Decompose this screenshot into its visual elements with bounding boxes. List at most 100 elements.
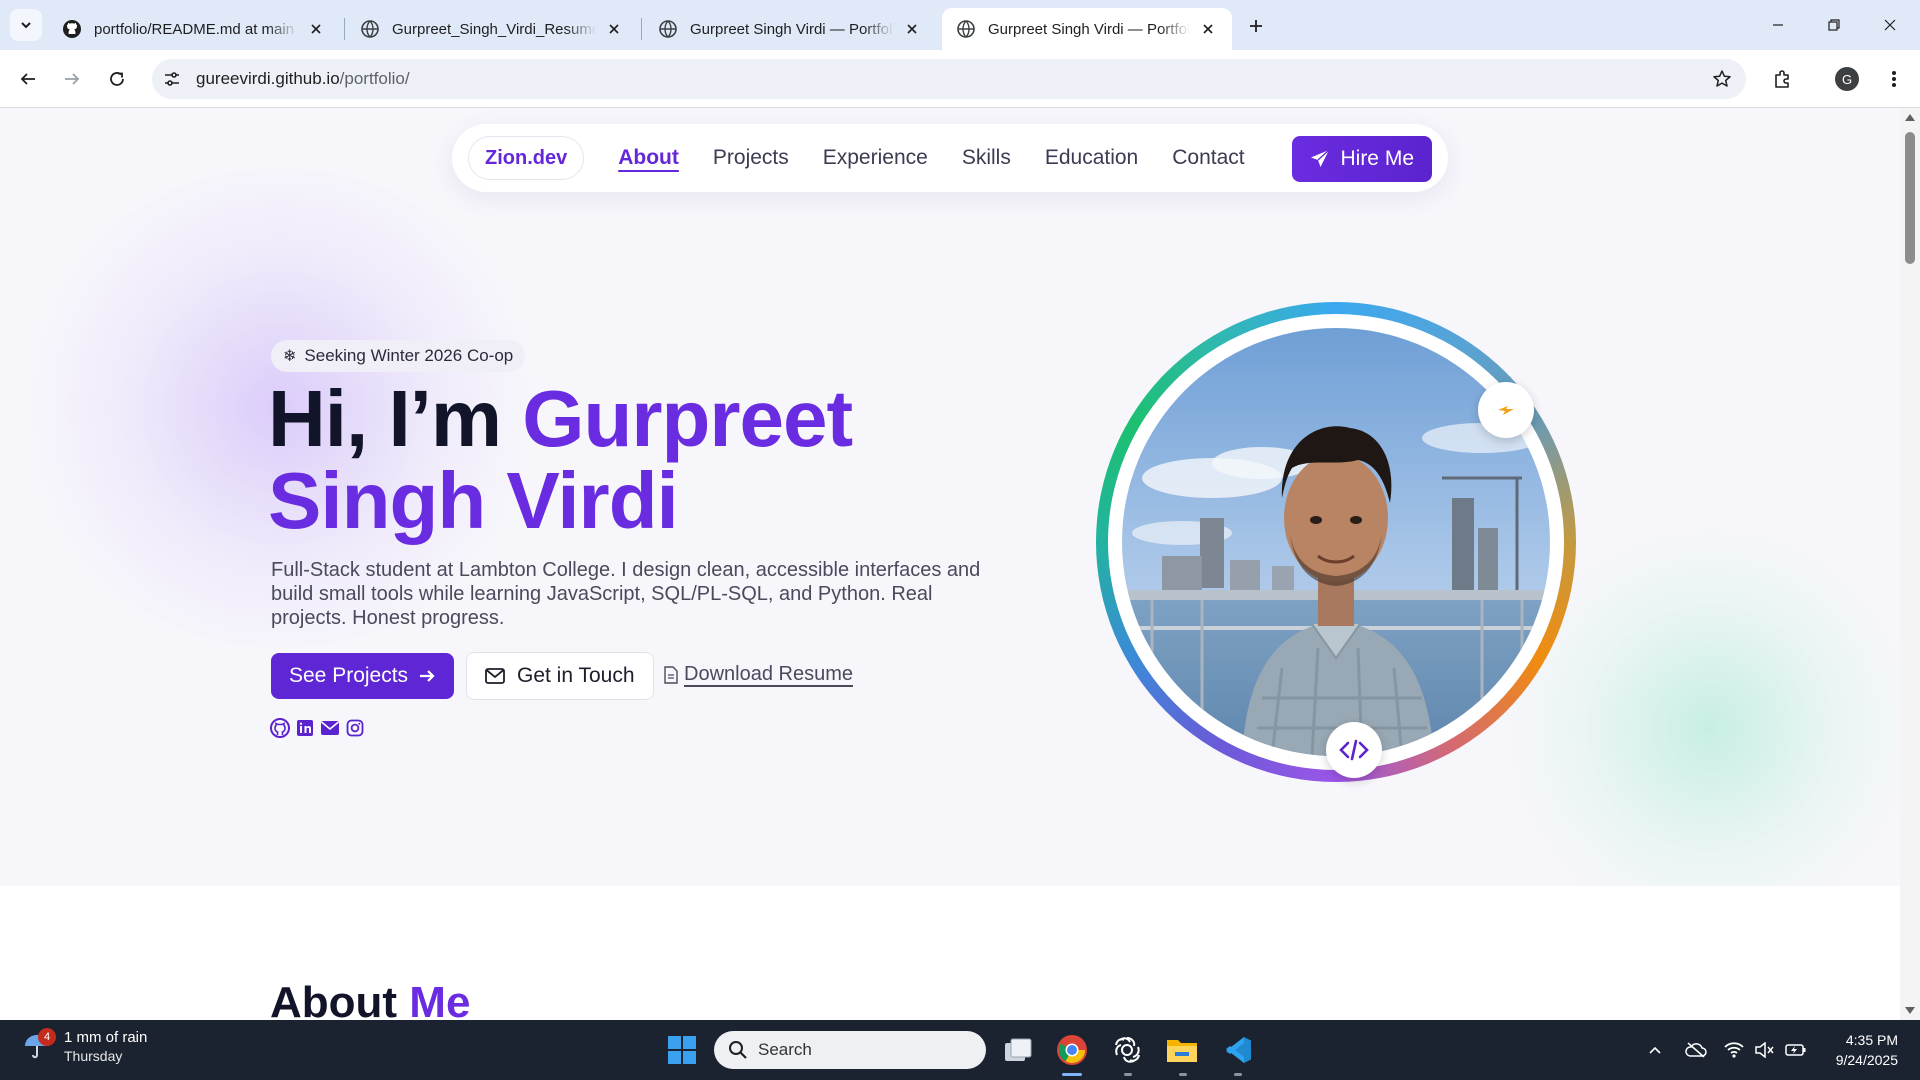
mail-icon[interactable] [320, 718, 340, 738]
nav-link-about[interactable]: About [618, 146, 679, 170]
headline-greeting: Hi, I’m [268, 374, 523, 463]
avatar: G [1835, 67, 1859, 91]
reload-button[interactable] [101, 63, 133, 95]
hero-description: Full-Stack student at Lambton College. I… [271, 559, 981, 629]
minimize-button[interactable] [1750, 0, 1806, 50]
globe-icon [957, 20, 975, 38]
tab-resume-pdf[interactable]: Gurpreet_Singh_Virdi_Resume.pdf [346, 8, 638, 50]
nav-link-contact[interactable]: Contact [1172, 146, 1244, 170]
taskbar-chatgpt[interactable] [1107, 1030, 1147, 1070]
folder-icon [1167, 1040, 1197, 1062]
github-icon[interactable] [270, 718, 290, 738]
scroll-down-arrow[interactable] [1905, 1007, 1915, 1014]
new-tab-button[interactable] [1242, 12, 1270, 40]
url-path: /portfolio/ [339, 69, 410, 88]
active-app-indicator [1062, 1073, 1082, 1076]
hire-me-button[interactable]: Hire Me [1292, 136, 1432, 182]
tab-close-icon[interactable] [1198, 19, 1218, 39]
cloud-off-icon [1685, 1042, 1707, 1058]
document-icon [664, 665, 678, 684]
scroll-up-arrow[interactable] [1905, 114, 1915, 121]
nav-link-experience[interactable]: Experience [823, 146, 928, 170]
tab-close-icon[interactable] [604, 19, 624, 39]
tab-portfolio-1[interactable]: Gurpreet Singh Virdi — Portfolio [644, 8, 936, 50]
see-projects-label: See Projects [289, 664, 409, 687]
brand-logo[interactable]: Zion.dev [468, 136, 585, 180]
taskbar-chrome[interactable] [1052, 1030, 1092, 1070]
close-window-button[interactable] [1862, 0, 1918, 50]
system-clock[interactable]: 4:35 PM 9/24/2025 [1836, 1030, 1898, 1070]
headline-name-last: Singh Virdi [268, 456, 679, 545]
windows-taskbar: 4 1 mm of rain Thursday Search 4:35 PM 9… [0, 1020, 1920, 1080]
tab-github-readme[interactable]: portfolio/README.md at main · [48, 8, 340, 50]
snowflake-icon: ❄ [283, 348, 297, 365]
restore-icon [1828, 19, 1840, 31]
taskbar-vscode[interactable] [1218, 1030, 1258, 1070]
code-chip [1326, 722, 1382, 778]
get-in-touch-button[interactable]: Get in Touch [466, 652, 654, 700]
bookmark-star-icon[interactable] [1712, 69, 1732, 89]
chevron-up-icon [1649, 1046, 1661, 1054]
lightning-icon [1498, 406, 1514, 415]
globe-icon [659, 20, 677, 38]
code-icon [1339, 739, 1369, 761]
nav-link-projects[interactable]: Projects [713, 146, 789, 170]
headline-name-first: Gurpreet [522, 374, 853, 463]
tab-close-icon[interactable] [306, 19, 326, 39]
umbrella-icon: 4 [22, 1028, 56, 1062]
forward-button[interactable] [56, 63, 88, 95]
linkedin-icon[interactable] [295, 718, 315, 738]
taskbar-file-explorer[interactable] [1162, 1030, 1202, 1070]
social-links [270, 718, 370, 738]
chatgpt-icon [1115, 1037, 1140, 1063]
close-icon [1884, 19, 1896, 31]
page-scrollbar[interactable] [1900, 108, 1920, 1020]
paper-plane-icon [1311, 149, 1330, 167]
app-indicator [1124, 1073, 1132, 1076]
address-bar[interactable]: gureevirdi.github.io/portfolio/ [152, 59, 1746, 99]
more-vertical-icon [1892, 71, 1896, 87]
clock-time: 4:35 PM [1845, 1032, 1898, 1048]
volume-status[interactable] [1752, 1038, 1776, 1062]
battery-charging-icon [1785, 1044, 1806, 1056]
globe-icon [361, 20, 379, 38]
tab-portfolio-active[interactable]: Gurpreet Singh Virdi — Portfolio [942, 8, 1232, 50]
back-button[interactable] [12, 63, 44, 95]
see-projects-button[interactable]: See Projects [271, 653, 455, 699]
portrait-frame [1108, 314, 1564, 770]
site-info-icon[interactable] [162, 69, 182, 89]
restore-button[interactable] [1806, 0, 1862, 50]
taskbar-search[interactable]: Search [714, 1031, 986, 1069]
profile-button[interactable]: G [1831, 63, 1863, 95]
menu-button[interactable] [1878, 63, 1910, 95]
instagram-icon[interactable] [345, 718, 365, 738]
task-view-button[interactable] [998, 1030, 1038, 1070]
battery-status[interactable] [1784, 1038, 1808, 1062]
start-button[interactable] [662, 1030, 702, 1070]
download-resume-link[interactable]: Download Resume [664, 663, 853, 686]
chrome-icon [1057, 1035, 1087, 1065]
arrow-right-icon [65, 73, 80, 85]
nav-link-education[interactable]: Education [1045, 146, 1138, 170]
search-icon [729, 1041, 747, 1059]
onedrive-status[interactable] [1684, 1038, 1708, 1062]
scrollbar-thumb[interactable] [1905, 132, 1915, 264]
minimize-icon [1773, 24, 1783, 26]
tab-separator [344, 18, 345, 40]
nav-link-skills[interactable]: Skills [962, 146, 1011, 170]
tray-overflow-button[interactable] [1643, 1038, 1667, 1062]
extensions-button[interactable] [1766, 63, 1798, 95]
taskbar-search-placeholder: Search [758, 1040, 812, 1059]
weather-widget[interactable]: 4 1 mm of rain Thursday [22, 1028, 147, 1066]
status-badge: ❄ Seeking Winter 2026 Co-op [271, 340, 526, 372]
tab-close-icon[interactable] [902, 19, 922, 39]
wifi-status[interactable] [1722, 1038, 1746, 1062]
tab-separator [641, 18, 642, 40]
task-view-icon [1005, 1038, 1032, 1061]
hire-me-label: Hire Me [1340, 147, 1414, 170]
weather-line2: Thursday [64, 1048, 123, 1064]
tab-title: portfolio/README.md at main · [94, 20, 298, 38]
windows-logo-icon [668, 1036, 696, 1064]
reload-icon [110, 72, 124, 86]
tab-search-button[interactable] [10, 9, 42, 41]
